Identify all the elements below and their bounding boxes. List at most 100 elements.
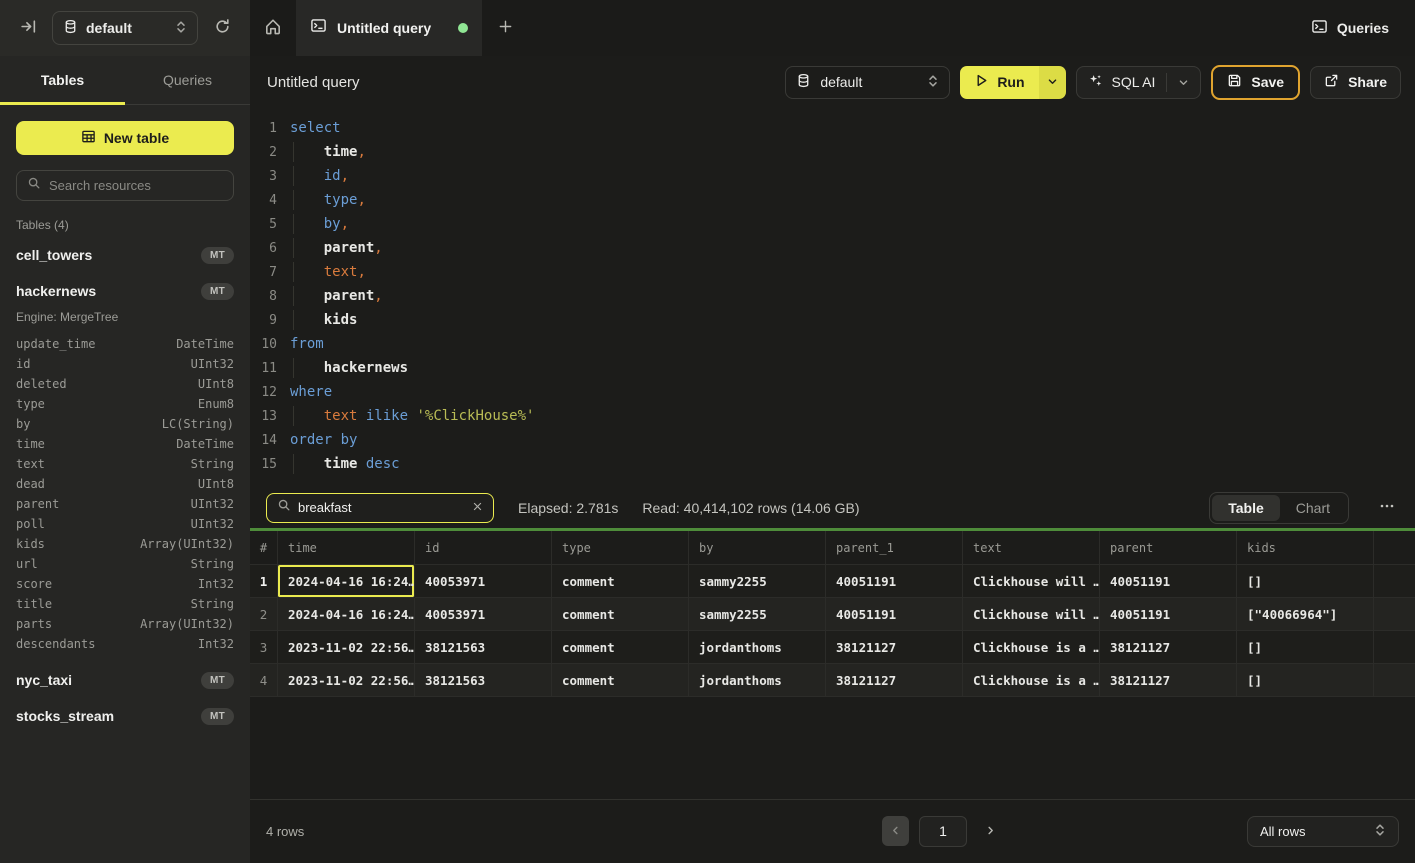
editor-line: 3 id,	[250, 164, 1415, 188]
table-cell[interactable]: 40051191	[826, 565, 963, 598]
table-cell[interactable]: 40051191	[1100, 598, 1237, 631]
table-cell[interactable]: 40053971	[415, 565, 552, 598]
new-tab-button[interactable]	[482, 0, 528, 56]
token: where	[290, 384, 332, 400]
sidebar-item-hackernews[interactable]: hackernews MT	[16, 278, 234, 304]
page-size-selector[interactable]: All rows	[1247, 816, 1399, 847]
sidebar-search-input[interactable]	[49, 178, 223, 193]
column-type: Int32	[198, 637, 234, 651]
table-cell[interactable]: jordanthoms	[689, 631, 826, 664]
table-cell[interactable]: 38121127	[1100, 664, 1237, 697]
query-database-selector[interactable]: default	[785, 66, 950, 99]
table-cell[interactable]: 2023-11-02 22:56…	[278, 664, 415, 697]
pagination: 1	[882, 799, 1004, 863]
chevron-down-icon[interactable]	[1178, 77, 1189, 88]
sidebar-tab-queries[interactable]: Queries	[125, 56, 250, 104]
next-page-button[interactable]	[977, 816, 1004, 846]
sidebar-collapse-button[interactable]	[14, 14, 42, 42]
updown-chevron-icon	[1374, 823, 1386, 840]
schema-column-list: update_timeDateTimeidUInt32deletedUInt8t…	[16, 334, 234, 654]
table-cell[interactable]: Clickhouse is a …	[963, 631, 1100, 664]
table-cell[interactable]: 40053971	[415, 598, 552, 631]
column-header[interactable]: time	[278, 531, 415, 565]
table-cell[interactable]: jordanthoms	[689, 664, 826, 697]
table-cell[interactable]: Clickhouse will …	[963, 598, 1100, 631]
sidebar-item-stocks-stream[interactable]: stocks_stream MT	[16, 703, 234, 729]
table-cell[interactable]: comment	[552, 664, 689, 697]
more-options-button[interactable]	[1373, 498, 1401, 517]
run-options-button[interactable]	[1039, 66, 1066, 99]
page-number-button[interactable]: 1	[919, 816, 967, 847]
previous-page-button[interactable]	[882, 816, 909, 846]
token: ilike	[366, 408, 408, 424]
view-tab-chart[interactable]: Chart	[1280, 495, 1346, 521]
view-tab-table[interactable]: Table	[1212, 495, 1280, 521]
column-header[interactable]: #	[250, 531, 278, 565]
home-button[interactable]	[250, 0, 296, 56]
token	[290, 216, 324, 232]
table-cell[interactable]: 2024-04-16 16:24…	[278, 598, 415, 631]
updown-chevron-icon	[175, 20, 187, 37]
table-cell[interactable]: sammy2255	[689, 565, 826, 598]
sql-ai-button[interactable]: SQL AI	[1076, 66, 1202, 99]
table-cell[interactable]: 38121127	[826, 664, 963, 697]
refresh-button[interactable]	[208, 14, 236, 42]
line-number: 5	[250, 217, 277, 232]
token: time	[324, 456, 358, 472]
share-icon	[1324, 73, 1339, 91]
share-button-label: Share	[1348, 74, 1387, 90]
table-cell[interactable]: []	[1237, 664, 1374, 697]
database-selector[interactable]: default	[52, 11, 198, 45]
table-cell[interactable]: comment	[552, 565, 689, 598]
table-cell[interactable]: []	[1237, 565, 1374, 598]
line-code: id,	[277, 168, 349, 184]
save-button[interactable]: Save	[1211, 65, 1300, 100]
table-cell[interactable]: comment	[552, 598, 689, 631]
schema-column-row: pollUInt32	[16, 514, 234, 534]
sidebar-item-nyc-taxi[interactable]: nyc_taxi MT	[16, 667, 234, 693]
column-header[interactable]: parent_1	[826, 531, 963, 565]
table-cell[interactable]: sammy2255	[689, 598, 826, 631]
sql-editor[interactable]: 1select2 time,3 id,4 type,5 by,6 parent,…	[250, 108, 1415, 487]
token: '%ClickHouse%'	[416, 408, 534, 424]
table-cell[interactable]: 40051191	[826, 598, 963, 631]
token: id	[324, 168, 341, 184]
column-header[interactable]: text	[963, 531, 1100, 565]
token: hackernews	[324, 360, 408, 376]
share-button[interactable]: Share	[1310, 66, 1401, 99]
results-search-input[interactable]	[298, 500, 465, 515]
updown-chevron-icon	[927, 74, 939, 91]
new-table-button[interactable]: New table	[16, 121, 234, 155]
table-cell[interactable]: 2023-11-02 22:56…	[278, 631, 415, 664]
clear-search-button[interactable]	[472, 500, 483, 515]
table-cell[interactable]: []	[1237, 631, 1374, 664]
line-code: time desc	[277, 456, 400, 472]
token: text	[324, 264, 358, 280]
run-button[interactable]: Run	[960, 66, 1038, 99]
queries-button[interactable]: Queries	[1311, 18, 1389, 38]
column-header[interactable]: kids	[1237, 531, 1374, 565]
table-cell[interactable]: Clickhouse is a …	[963, 664, 1100, 697]
table-name: hackernews	[16, 283, 96, 299]
table-cell[interactable]: 38121127	[826, 631, 963, 664]
table-cell[interactable]: 38121563	[415, 664, 552, 697]
column-header[interactable]: type	[552, 531, 689, 565]
column-header[interactable]: parent	[1100, 531, 1237, 565]
column-name: parts	[16, 617, 52, 631]
table-cell[interactable]: 38121127	[1100, 631, 1237, 664]
sidebar-tab-tables[interactable]: Tables	[0, 56, 125, 104]
column-header[interactable]: by	[689, 531, 826, 565]
line-number: 12	[250, 385, 277, 400]
ellipsis-icon	[1379, 498, 1395, 517]
column-header[interactable]: id	[415, 531, 552, 565]
table-cell[interactable]: 38121563	[415, 631, 552, 664]
table-cell[interactable]: Clickhouse will …	[963, 565, 1100, 598]
table-cell[interactable]: 2024-04-16 16:24…	[278, 565, 415, 598]
table-cell[interactable]: 40051191	[1100, 565, 1237, 598]
engine-badge: MT	[201, 708, 234, 725]
tab-untitled-query[interactable]: Untitled query	[296, 0, 482, 56]
table-cell[interactable]: ["40066964"]	[1237, 598, 1374, 631]
table-cell[interactable]: comment	[552, 631, 689, 664]
line-number: 11	[250, 361, 277, 376]
sidebar-item-cell-towers[interactable]: cell_towers MT	[16, 242, 234, 268]
